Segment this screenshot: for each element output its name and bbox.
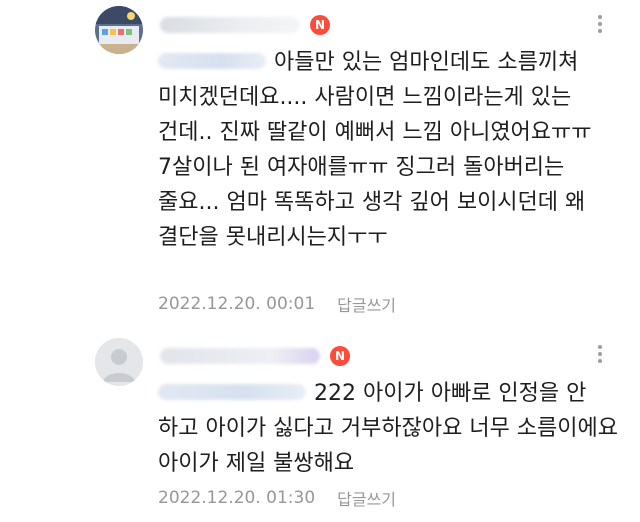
mention-redacted[interactable] [158, 53, 266, 69]
new-badge: N [330, 346, 350, 366]
reply-button[interactable]: 답글쓰기 [337, 486, 396, 510]
comment-meta: 2022.12.20. 01:30 답글쓰기 [158, 486, 396, 510]
avatar[interactable] [95, 6, 143, 54]
nickname[interactable]: N [160, 345, 350, 367]
nickname[interactable]: N [160, 14, 330, 36]
comment-item: N 아들만 있는 엄마인데도 소름끼쳐 미치겠던데요.... 사람이면 느낌이라… [0, 0, 640, 330]
reply-button[interactable]: 답글쓰기 [337, 292, 396, 316]
comment-meta: 2022.12.20. 00:01 답글쓰기 [158, 292, 396, 316]
more-options-button[interactable] [597, 342, 603, 366]
more-vertical-icon [598, 15, 602, 19]
comment-body: 222 아이가 아빠로 인정을 안 하고 아이가 싫다고 거부하잖아요 너무 소… [158, 376, 628, 481]
comment-body: 아들만 있는 엄마인데도 소름끼쳐 미치겠던데요.... 사람이면 느낌이라는게… [158, 45, 628, 255]
new-badge: N [310, 15, 330, 35]
more-options-button[interactable] [597, 12, 603, 36]
comment-text: 아들만 있는 엄마인데도 소름끼쳐 미치겠던데요.... 사람이면 느낌이라는게… [158, 50, 599, 250]
avatar[interactable] [95, 338, 143, 386]
comment-item: N 222 아이가 아빠로 인정을 안 하고 아이가 싫다고 거부하잖아요 너무… [0, 330, 640, 522]
more-vertical-icon [598, 345, 602, 349]
comment-timestamp: 2022.12.20. 00:01 [158, 294, 316, 314]
comment-timestamp: 2022.12.20. 01:30 [158, 488, 316, 508]
mention-redacted[interactable] [158, 384, 306, 400]
nickname-redacted [160, 348, 320, 364]
profile-photo-icon [95, 6, 143, 54]
default-profile-avatar [95, 338, 143, 386]
nickname-redacted [160, 17, 300, 33]
